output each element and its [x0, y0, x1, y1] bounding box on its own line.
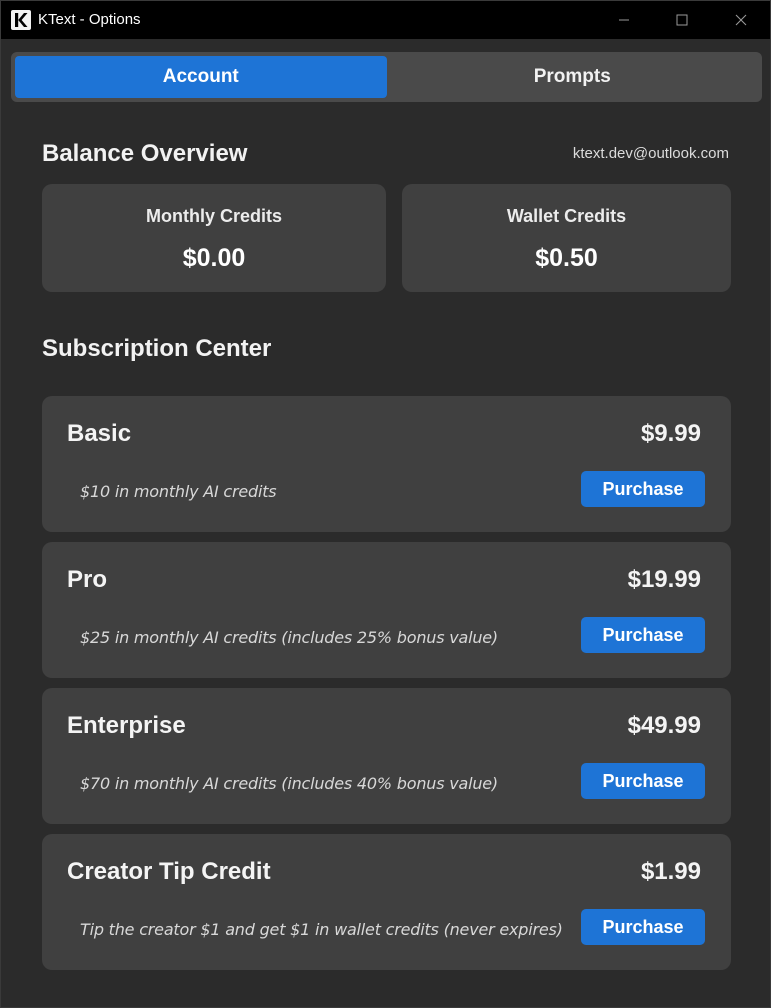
subscription-center-heading: Subscription Center: [42, 335, 272, 362]
title-bar[interactable]: KText - Options: [1, 1, 770, 39]
maximize-icon: [676, 14, 688, 26]
minimize-icon: [619, 19, 629, 21]
plan-price: $9.99: [640, 420, 701, 447]
tab-account[interactable]: Account: [15, 56, 387, 98]
plan-card-creator-tip: Creator Tip Credit $1.99 Tip the creator…: [42, 834, 731, 970]
plan-card-enterprise: Enterprise $49.99 $70 in monthly AI cred…: [42, 688, 731, 824]
minimize-button[interactable]: [595, 1, 653, 39]
window-title: KText - Options: [38, 11, 141, 28]
wallet-credits-label: Wallet Credits: [506, 206, 627, 226]
plan-name: Basic: [67, 420, 132, 447]
monthly-credits-label: Monthly Credits: [145, 206, 282, 226]
purchase-creator-tip-button[interactable]: Purchase: [581, 909, 705, 945]
app-logo-icon: [11, 10, 31, 30]
purchase-pro-button[interactable]: Purchase: [581, 617, 705, 653]
plan-description: $10 in monthly AI credits: [80, 482, 277, 501]
plan-price: $49.99: [627, 712, 701, 739]
monthly-credits-card: Monthly Credits $0.00: [42, 184, 386, 292]
plan-card-basic: Basic $9.99 $10 in monthly AI credits Pu…: [42, 396, 731, 532]
options-window: KText - Options Account Prompts Balance …: [0, 0, 771, 1008]
close-icon: [735, 14, 747, 26]
plan-name: Pro: [67, 566, 108, 593]
tab-prompts[interactable]: Prompts: [387, 56, 759, 98]
purchase-basic-button[interactable]: Purchase: [581, 471, 705, 507]
monthly-credits-value: $0.00: [182, 244, 246, 272]
plan-card-pro: Pro $19.99 $25 in monthly AI credits (in…: [42, 542, 731, 678]
k-letter-icon: [15, 13, 28, 27]
plan-description: $70 in monthly AI credits (includes 40% …: [80, 774, 498, 793]
plan-price: $1.99: [640, 858, 701, 885]
wallet-credits-value: $0.50: [535, 244, 598, 272]
balance-overview-heading: Balance Overview: [42, 140, 248, 167]
close-button[interactable]: [712, 1, 770, 39]
plan-name: Enterprise: [67, 712, 186, 739]
tab-bar: Account Prompts: [11, 52, 762, 102]
plan-price: $19.99: [627, 566, 701, 593]
plan-description: Tip the creator $1 and get $1 in wallet …: [80, 920, 563, 939]
account-email: ktext.dev@outlook.com: [572, 145, 729, 162]
wallet-credits-card: Wallet Credits $0.50: [402, 184, 731, 292]
plan-name: Creator Tip Credit: [67, 858, 271, 885]
maximize-button[interactable]: [653, 1, 711, 39]
purchase-enterprise-button[interactable]: Purchase: [581, 763, 705, 799]
plan-description: $25 in monthly AI credits (includes 25% …: [80, 628, 498, 647]
